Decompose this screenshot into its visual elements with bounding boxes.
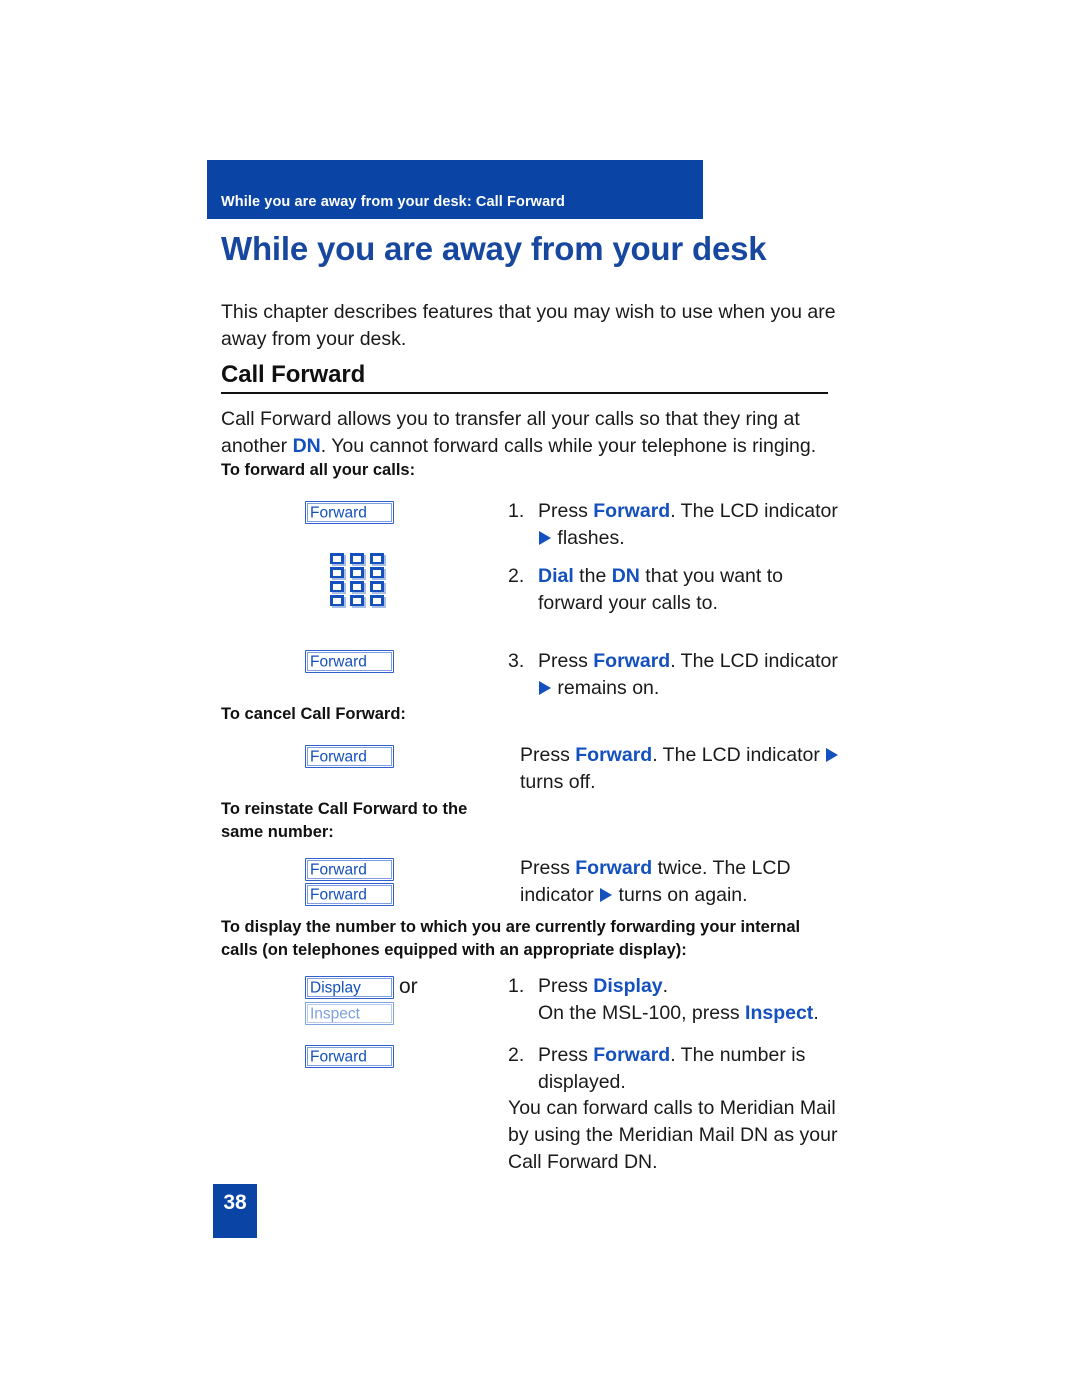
step-3-lead: Press [538,650,594,672]
step-1-tail: flashes. [552,527,625,549]
procedure-caption-display: To display the number to which you are c… [221,918,801,959]
key-display[interactable]: Display [305,976,394,999]
key-forward-4[interactable]: Forward [305,858,394,881]
step-display-1-line2-lead: On the MSL-100, press [538,1002,746,1024]
procedure-caption-cancel: To cancel Call Forward: [221,705,406,723]
step-display-2-text: Press Forward. The number is displayed. [538,1042,850,1096]
step-display-1-inspect-ref: Inspect [745,1002,814,1024]
closing-note: You can forward calls to Meridian Mail b… [508,1097,838,1173]
running-header-text: While you are away from your desk: Call … [221,194,565,210]
key-forward-1-label: Forward [310,503,367,521]
step-display-2-key-ref: Forward [593,1044,671,1066]
key-forward-4-label: Forward [310,860,367,878]
lcd-indicator-triangle-icon [826,748,839,762]
step-2-dn-term: DN [611,565,640,587]
step-display-1-lead: Press [538,975,594,997]
key-forward-5-label: Forward [310,885,367,903]
lcd-indicator-triangle-icon [539,681,551,695]
step-1-key-ref: Forward [593,500,671,522]
step-3-number: 3. [508,650,525,672]
or-label: or [399,975,418,998]
key-forward-3-label: Forward [310,747,367,765]
step-reinstate-lead: Press [520,857,576,879]
step-3-text: Press Forward. The LCD indicator remains… [538,648,850,702]
key-forward-3[interactable]: Forward [305,745,394,768]
lcd-indicator-triangle-icon [600,888,613,902]
step-3-tail: remains on. [552,677,660,699]
procedure-caption-reinstate: To reinstate Call Forward to the same nu… [221,800,468,841]
step-1-text: Press Forward. The LCD indicator flashes… [538,498,850,552]
step-display-1-line2-tail: . [813,1002,819,1024]
section-heading: Call Forward [221,361,366,388]
step-cancel-lead: Press [520,744,576,766]
intro-paragraph: This chapter describes features that you… [221,301,836,350]
key-forward-2-label: Forward [310,652,367,670]
step-3-mid: . The LCD indicator [670,650,838,672]
running-header-banner: While you are away from your desk: Call … [207,160,703,219]
step-2-key-ref: Dial [538,565,574,587]
key-inspect[interactable]: Inspect [305,1002,394,1025]
key-forward-5[interactable]: Forward [305,883,394,906]
key-forward-6[interactable]: Forward [305,1045,394,1068]
step-1-number: 1. [508,500,525,522]
key-forward-1[interactable]: Forward [305,501,394,524]
key-forward-2[interactable]: Forward [305,650,394,673]
page-number-tab: 38 [213,1184,257,1238]
step-cancel-text: Press Forward. The LCD indicator turns o… [520,742,860,796]
procedure-caption-forward-all: To forward all your calls: [221,461,416,479]
step-1-mid: . The LCD indicator [670,500,838,522]
step-reinstate-text: Press Forward twice. The LCD indicator t… [520,855,860,909]
step-display-1-number: 1. [508,975,525,997]
step-cancel-mid: . The LCD indicator [652,744,826,766]
manual-page: While you are away from your desk: Call … [0,0,1080,1397]
lead-text-after: . You cannot forward calls while your te… [320,435,817,457]
step-2-mid: the [573,565,612,587]
step-display-1-key-ref: Display [593,975,663,997]
key-inspect-label: Inspect [310,1004,360,1022]
step-display-1-period: . [662,975,669,997]
step-reinstate-tail: turns on again. [613,884,748,906]
dn-term: DN [292,435,321,457]
page-title: While you are away from your desk [221,230,767,267]
page-number: 38 [223,1191,247,1214]
key-display-label: Display [310,978,361,996]
key-forward-6-label: Forward [310,1047,367,1065]
step-1-lead: Press [538,500,594,522]
section-lead-paragraph: Call Forward allows you to transfer all … [221,406,839,460]
section-divider [221,392,828,394]
dial-keypad-icon [330,553,384,609]
step-3-key-ref: Forward [593,650,671,672]
step-display-2-number: 2. [508,1044,525,1066]
step-cancel-key-ref: Forward [575,744,653,766]
step-display-2-lead: Press [538,1044,594,1066]
step-display-1-text: Press Display. On the MSL-100, press Insp… [538,973,850,1027]
step-cancel-tail: turns off. [520,771,596,793]
step-2-number: 2. [508,565,525,587]
lcd-indicator-triangle-icon [539,531,551,545]
step-2-text: Dial the DN that you want to forward you… [538,563,850,617]
step-reinstate-key-ref: Forward [575,857,653,879]
